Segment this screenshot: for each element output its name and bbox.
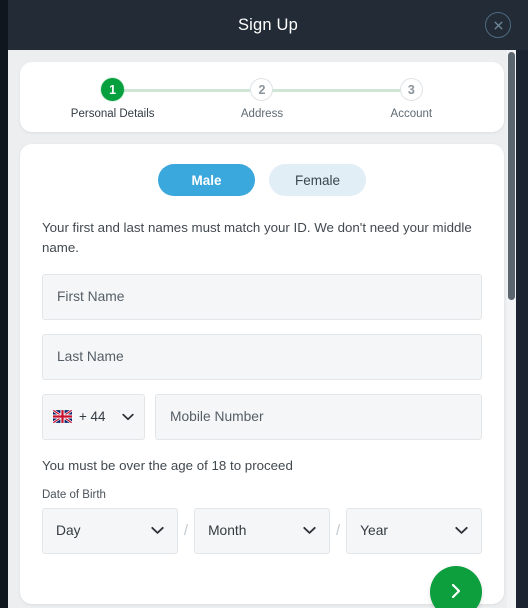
chevron-right-icon bbox=[449, 581, 463, 604]
page-title: Sign Up bbox=[237, 15, 299, 34]
dial-code-value: + 44 bbox=[79, 409, 106, 425]
step-number-badge: 1 bbox=[101, 78, 125, 101]
app-frame: Sign Up 1 Personal Details 2 Address 3 A… bbox=[0, 0, 528, 608]
dob-day-value: Day bbox=[56, 523, 81, 539]
step-number-badge: 3 bbox=[399, 78, 423, 101]
gender-option-female[interactable]: Female bbox=[269, 164, 366, 196]
phone-number-row: + 44 bbox=[42, 393, 482, 440]
dob-year-value: Year bbox=[360, 523, 389, 539]
dob-separator: / bbox=[335, 522, 341, 540]
personal-details-form: Male Female Your first and last names mu… bbox=[20, 144, 504, 608]
signup-stepper: 1 Personal Details 2 Address 3 Account bbox=[20, 62, 504, 132]
window-left-edge bbox=[0, 0, 8, 608]
dob-separator: / bbox=[183, 522, 189, 540]
date-of-birth-label: Date of Birth bbox=[42, 488, 106, 501]
dob-month-select[interactable]: Month bbox=[194, 507, 330, 554]
gender-toggle-group: Male Female bbox=[42, 164, 482, 196]
step-label: Personal Details bbox=[70, 108, 155, 120]
uk-flag-icon bbox=[53, 410, 72, 424]
age-requirement-text: You must be over the age of 18 to procee… bbox=[42, 457, 293, 473]
stepper-step-personal-details[interactable]: 1 Personal Details bbox=[38, 78, 187, 120]
mobile-number-input[interactable] bbox=[155, 393, 482, 440]
chevron-down-icon bbox=[303, 523, 316, 538]
close-icon[interactable] bbox=[485, 12, 511, 38]
next-step-button[interactable] bbox=[430, 566, 482, 608]
chevron-down-icon bbox=[122, 408, 134, 426]
gender-option-male[interactable]: Male bbox=[158, 164, 255, 196]
window-right-edge bbox=[516, 48, 528, 608]
chevron-down-icon bbox=[151, 523, 164, 538]
first-name-input[interactable] bbox=[42, 273, 482, 320]
name-helper-text: Your first and last names must match you… bbox=[42, 220, 472, 255]
chevron-down-icon bbox=[455, 523, 468, 538]
step-label: Account bbox=[390, 108, 433, 120]
date-of-birth-row: Day / Month / Year bbox=[42, 507, 483, 554]
scrollbar-thumb[interactable] bbox=[508, 52, 515, 300]
stepper-step-address[interactable]: 2 Address bbox=[187, 78, 336, 120]
dob-day-select[interactable]: Day bbox=[42, 507, 178, 554]
step-number-badge: 2 bbox=[250, 78, 274, 101]
modal-header: Sign Up bbox=[8, 0, 528, 50]
dob-month-value: Month bbox=[208, 523, 247, 539]
country-code-select[interactable]: + 44 bbox=[42, 393, 145, 440]
dob-year-select[interactable]: Year bbox=[346, 507, 483, 554]
step-label: Address bbox=[240, 108, 284, 120]
modal-body: 1 Personal Details 2 Address 3 Account M… bbox=[8, 50, 516, 608]
last-name-input[interactable] bbox=[42, 333, 482, 380]
stepper-step-account[interactable]: 3 Account bbox=[337, 78, 486, 120]
